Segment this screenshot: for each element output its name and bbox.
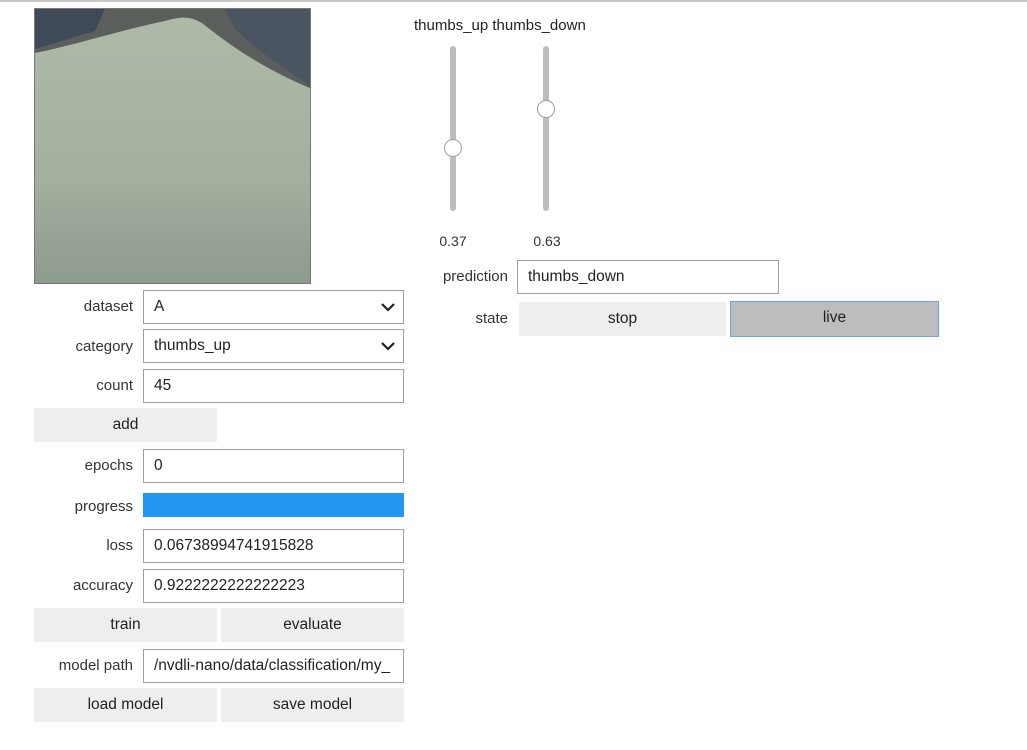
model-path-field[interactable]: /nvdli-nano/data/classification/my_	[143, 649, 404, 683]
progress-bar-fill	[143, 493, 404, 517]
thumbs-up-value: 0.37	[439, 233, 467, 249]
add-button[interactable]: add	[34, 408, 217, 442]
evaluate-button[interactable]: evaluate	[221, 608, 404, 642]
epochs-label: epochs	[84, 457, 133, 474]
count-label: count	[96, 377, 133, 394]
thumbs-up-slider-handle[interactable]	[444, 138, 462, 157]
model-path-label: model path	[58, 657, 133, 674]
live-button[interactable]: live	[730, 301, 939, 337]
category-label: category	[75, 338, 133, 355]
epochs-field[interactable]: 0	[143, 449, 404, 483]
dataset-label: dataset	[83, 298, 133, 315]
thumbs-down-slider-handle[interactable]	[537, 100, 555, 119]
train-button[interactable]: train	[34, 608, 217, 642]
category-value: thumbs_up	[154, 337, 231, 354]
progress-track	[143, 493, 404, 517]
loss-field[interactable]: 0.06738994741915828	[143, 529, 404, 563]
dataset-select[interactable]: A	[143, 290, 404, 324]
slider-labels: thumbs_up thumbs_down	[414, 17, 586, 34]
chevron-down-icon	[381, 342, 395, 351]
count-field[interactable]: 45	[143, 369, 404, 403]
camera-preview-image	[34, 8, 311, 284]
stop-button[interactable]: stop	[519, 302, 726, 336]
top-divider	[0, 0, 1027, 2]
progress-label: progress	[74, 498, 133, 515]
dataset-value: A	[154, 298, 165, 315]
prediction-field[interactable]: thumbs_down	[517, 260, 779, 294]
prediction-label: prediction	[442, 268, 508, 285]
slider-label-thumbs-down: thumbs_down	[492, 17, 586, 34]
thumbs-down-value: 0.63	[533, 233, 561, 249]
accuracy-field[interactable]: 0.9222222222222223	[143, 569, 404, 603]
accuracy-label: accuracy	[72, 577, 133, 594]
thumbs-up-slider-track[interactable]	[450, 46, 456, 211]
camera-feed-icon	[35, 9, 310, 283]
load-model-button[interactable]: load model	[34, 688, 217, 722]
save-model-button[interactable]: save model	[221, 688, 404, 722]
state-label: state	[475, 310, 508, 327]
slider-label-thumbs-up: thumbs_up	[414, 17, 489, 34]
thumbs-down-slider-track[interactable]	[543, 46, 549, 211]
category-select[interactable]: thumbs_up	[143, 329, 404, 363]
loss-label: loss	[106, 537, 133, 554]
